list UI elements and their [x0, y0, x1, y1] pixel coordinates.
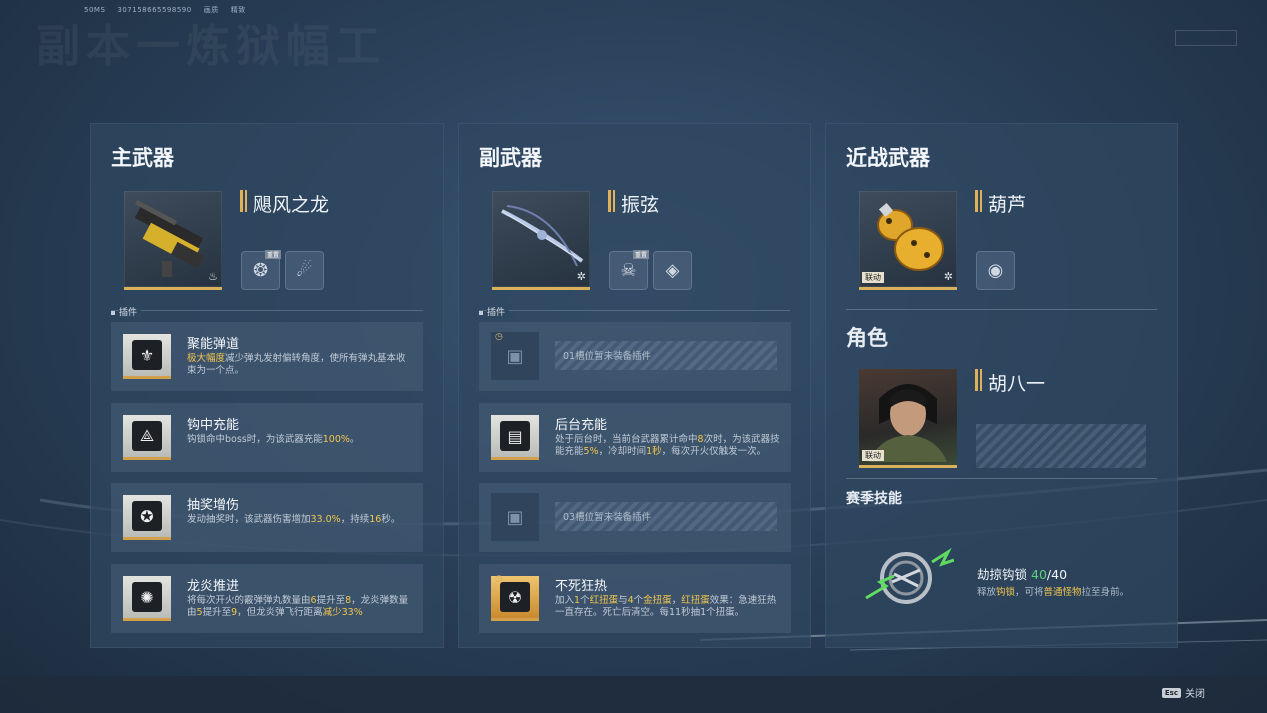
melee-character-panel: 近战武器 联动 ✲ 葫芦 ◉ 角色 联动 胡八一 赛季技能 劫掠钩锁 40/40… [825, 123, 1178, 648]
dragon-fire-icon: ✺ [123, 576, 171, 621]
mods-section-label: 插件 [479, 305, 510, 318]
skill-count: 40/40 [1031, 567, 1068, 582]
mod-desc: 极大幅度减少弹丸发射偏转角度，使所有弹丸基本收束为一个点。 [187, 353, 406, 376]
mod-card[interactable]: ✪ 抽奖增伤 发动抽奖时，该武器伤害增加33.0%，持续16秒。 [111, 483, 423, 552]
melee-weapon-image[interactable]: 联动 ✲ [859, 191, 957, 290]
background-title: 副本一炼狱幅工 [36, 21, 386, 72]
secondary-weapon-name: 振弦 [621, 194, 660, 216]
mod-card[interactable]: ▤ 后台充能 处于后台时，当前台武器累计命中8次时，为该武器技能充能5%，冷却时… [479, 403, 791, 472]
empty-slot-text: 01槽位暂未装备插件 [563, 351, 652, 362]
trait-tag: 重置 [632, 250, 649, 259]
mod-title: 聚能弹道 [187, 337, 240, 352]
hook-icon: ⟁ [123, 415, 171, 460]
close-label: 关闭 [1185, 689, 1205, 700]
primary-weapon-name: 飓风之龙 [253, 194, 330, 216]
secondary-weapon-image[interactable]: ✲ [492, 191, 590, 290]
character-avatar [869, 384, 947, 462]
mod-desc: 将每次开火的霰弹弹丸数量由6提升至8，龙炎弹数量由5提升至9，但龙炎弹飞行距离减… [187, 595, 409, 618]
mod-card[interactable]: ⚜ 聚能弹道 极大幅度减少弹丸发射偏转角度，使所有弹丸基本收束为一个点。 [111, 322, 423, 391]
star-icon: ✲ [943, 270, 953, 283]
panel-title: 主武器 [111, 146, 174, 170]
fire-icon: ♨ [208, 270, 218, 283]
spread-icon: ⚜ [123, 334, 171, 379]
season-skill-title: 赛季技能 [846, 491, 902, 507]
panel-title: 近战武器 [846, 146, 930, 170]
mod-desc: 钩锁命中boss时，为该武器充能100%。 [187, 434, 360, 445]
empty-slot-text: 03槽位暂未装备插件 [563, 512, 652, 523]
mod-slot-empty[interactable]: ◷ ▣ 01槽位暂未装备插件 [479, 322, 791, 391]
panel-title: 副武器 [479, 146, 542, 170]
season-skill-desc: 释放钩锁，可将普通怪物拉至身前。 [977, 587, 1130, 598]
minimap-frame [1175, 30, 1237, 46]
lottery-icon: ✪ [123, 495, 171, 540]
bottom-bar [0, 676, 1267, 713]
clock-icon: ◷ [495, 574, 503, 584]
skull-icon[interactable]: ☠ 重置 [609, 250, 649, 290]
clock-icon: ◷ [495, 332, 503, 342]
mod-slot-empty[interactable]: ▣ 03槽位暂未装备插件 [479, 483, 791, 552]
target-icon[interactable]: ◈ [653, 251, 692, 290]
character-name: 胡八一 [988, 373, 1046, 395]
collab-tag: 联动 [862, 450, 884, 461]
mods-section-label: 插件 [111, 305, 142, 318]
primary-weapon-panel: 主武器 ♨ 飓风之龙 ❂ 重置 ☄ 插件 ⚜ 聚能弹道 极大幅度减少弹丸发射偏转角… [90, 123, 444, 648]
mod-title: 抽奖增伤 [187, 498, 240, 513]
character-slot-bar [976, 424, 1146, 468]
bow-icon [501, 205, 584, 267]
mod-desc: 发动抽奖时，该武器伤害增加33.0%，持续16秒。 [187, 514, 401, 525]
grenade-icon[interactable]: ◉ [976, 251, 1015, 290]
trait-tag: 重置 [264, 250, 281, 259]
star-icon: ✲ [576, 270, 586, 283]
mod-title: 不死狂热 [555, 579, 608, 594]
character-title: 角色 [846, 326, 888, 350]
collab-tag: 联动 [862, 272, 884, 283]
empty-slot-icon: ▣ [491, 493, 539, 541]
primary-weapon-image[interactable]: ♨ [124, 191, 222, 290]
battery-icon: ▤ [491, 415, 539, 460]
claw-icon[interactable]: ☄ [285, 251, 324, 290]
secondary-weapon-panel: 副武器 ✲ 振弦 ☠ 重置 ◈ 插件 ◷ ▣ 01槽位暂未装备插件 ▤ 后台充能 … [458, 123, 811, 648]
mod-card[interactable]: ◷ ☢ 不死狂热 加入1个红扭蛋与4个金扭蛋，红扭蛋效果：急速狂热一直存在。死亡… [479, 564, 791, 633]
character-portrait[interactable]: 联动 [859, 369, 957, 468]
gourd-icon [877, 202, 944, 271]
mod-card[interactable]: ⟁ 钩中充能 钩锁命中boss时，为该武器充能100%。 [111, 403, 423, 472]
grappling-hook-icon[interactable] [864, 542, 954, 614]
season-skill-name: 劫掠钩锁 40/40 [977, 567, 1068, 582]
mod-title: 钩中充能 [187, 418, 240, 433]
esc-key-icon: Esc [1161, 687, 1181, 698]
mod-desc: 加入1个红扭蛋与4个金扭蛋，红扭蛋效果：急速狂热一直存在。死亡后清空。每11秒抽… [555, 595, 777, 618]
beast-icon[interactable]: ❂ 重置 [241, 250, 281, 290]
mod-title: 后台充能 [555, 418, 608, 433]
melee-weapon-name: 葫芦 [988, 194, 1027, 216]
mod-desc: 处于后台时，当前台武器累计命中8次时，为该武器技能充能5%，冷却时间1秒，每次开… [555, 434, 780, 457]
mod-title: 龙炎推进 [187, 579, 240, 594]
mod-card[interactable]: ✺ 龙炎推进 将每次开火的霰弹弹丸数量由6提升至8，龙炎弹数量由5提升至9，但龙… [111, 564, 423, 633]
close-button[interactable]: Esc 关闭 [1161, 685, 1205, 700]
